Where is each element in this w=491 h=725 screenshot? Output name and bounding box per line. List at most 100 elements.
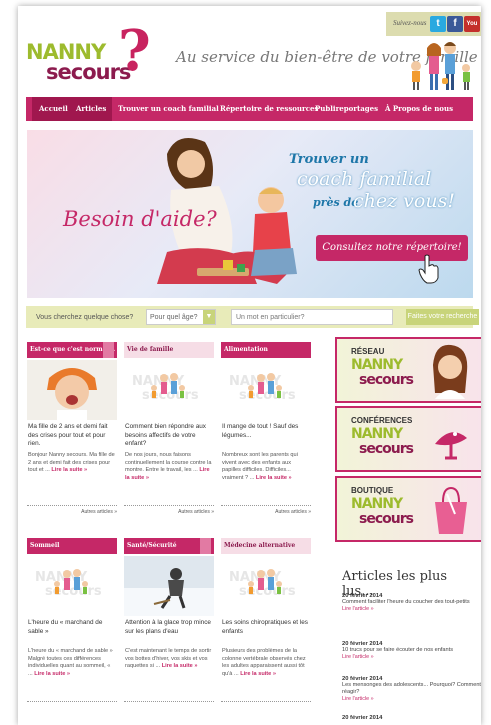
- card-image[interactable]: [124, 556, 214, 616]
- read-more-link[interactable]: Lire la suite »: [34, 671, 70, 677]
- logo-question-mark: ?: [118, 18, 151, 84]
- woman-portrait-icon: [433, 344, 468, 399]
- article-card[interactable]: Vie de famille NANNY secours Comment bien r…: [124, 342, 214, 518]
- follow-bar: Suivez-nous t f You: [386, 12, 481, 36]
- read-more-link[interactable]: Lire la suite »: [240, 671, 276, 677]
- card-excerpt: L'heure du « marchand de sable » Malgré …: [28, 648, 116, 678]
- latest-item[interactable]: 20 février 2014 Comment faciliter l'heure…: [342, 593, 481, 612]
- nav-item-articles[interactable]: Articles: [76, 104, 106, 113]
- card-excerpt: C'est maintenant le temps de sortir vos …: [125, 648, 213, 671]
- gift-bag-icon: [435, 486, 467, 534]
- card-title[interactable]: Ma fille de 2 ans et demi fait des crise…: [28, 423, 116, 449]
- page: NANNY secours ? Au service du bien-être …: [18, 6, 481, 725]
- more-articles-link[interactable]: Autres articles »: [275, 509, 311, 515]
- age-select[interactable]: Pour quel âge? ▼: [146, 309, 216, 325]
- read-more-link[interactable]: Lire la suite »: [256, 475, 292, 481]
- card-title[interactable]: L'heure du « marchand de sable »: [28, 619, 116, 636]
- card-excerpt: Bonjour Nanny secours. Ma fille de 2 ans…: [28, 452, 116, 475]
- divider: [124, 505, 214, 506]
- nav-item-a-propos[interactable]: À Propos de nous: [385, 104, 453, 113]
- family-illustration-icon: [411, 42, 470, 90]
- latest-item[interactable]: 20 février 2014 Les mensonges des adolesc…: [342, 676, 481, 702]
- latest-item[interactable]: 20 février 2014 10 trucs pour se faire éc…: [342, 641, 481, 660]
- twitter-icon[interactable]: t: [430, 16, 446, 32]
- promo-banner[interactable]: CONFÉRENCES NANNY secours: [335, 406, 481, 472]
- promo-nanny: NANNY: [351, 496, 403, 512]
- divider: [27, 701, 117, 702]
- read-more-link[interactable]: Lire la suite »: [162, 663, 198, 669]
- keyword-input[interactable]: Un mot en particulier?: [231, 309, 393, 325]
- article-card[interactable]: Santé/Sécurité Attention à la glace trop …: [124, 538, 214, 714]
- latest-date: 20 février 2014: [342, 715, 383, 721]
- article-card[interactable]: Est-ce que c'est normal... Ma fille de 2 …: [27, 342, 117, 518]
- promo-banner[interactable]: BOUTIQUE NANNY secours: [335, 476, 481, 542]
- card-image[interactable]: NANNY secours: [124, 360, 214, 420]
- hero-banner[interactable]: Besoin d'aide? Trouver un coach familial…: [27, 130, 473, 298]
- latest-articles: Articles les plus lus... 20 février 2014…: [342, 569, 481, 721]
- facebook-icon[interactable]: f: [447, 16, 463, 32]
- satellite-dish-icon: [435, 432, 467, 460]
- article-card[interactable]: Sommeil NANNY secours L'heure du « marchand…: [27, 538, 117, 714]
- read-more-link[interactable]: Lire la suite »: [51, 467, 87, 473]
- card-category: Sommeil: [30, 542, 60, 549]
- card-category-bar[interactable]: Médecine alternative: [221, 538, 311, 554]
- hand-cursor-icon: [418, 254, 439, 284]
- nav-item-publireportages[interactable]: Publireportages: [315, 104, 378, 113]
- latest-read-link[interactable]: Lire l'article »: [342, 696, 481, 702]
- card-category-bar[interactable]: Alimentation: [221, 342, 311, 358]
- promo-banner[interactable]: RÉSEAU NANNY secours: [335, 337, 481, 403]
- card-category-bar[interactable]: Vie de famille: [124, 342, 214, 358]
- card-excerpt: Plusieurs des problèmes de la colonne ve…: [222, 648, 310, 678]
- star-flag-icon: [200, 538, 211, 554]
- star-flag-icon: [103, 342, 114, 358]
- promo-label: CONFÉRENCES: [351, 416, 413, 425]
- main-nav: Accueil Articles Trouver un coach famili…: [26, 97, 473, 121]
- card-category: Alimentation: [224, 346, 268, 353]
- search-bar: Vous cherchez quelque chose? Pour quel â…: [26, 306, 479, 328]
- more-articles-link[interactable]: Autres articles »: [81, 509, 117, 515]
- latest-title[interactable]: Comment faciliter l'heure du coucher des…: [342, 599, 481, 606]
- divider: [124, 701, 214, 702]
- site-logo[interactable]: NANNY secours ?: [24, 18, 164, 90]
- nav-item-repertoire[interactable]: Répertoire de ressources: [220, 104, 318, 113]
- latest-item[interactable]: 20 février 2014: [342, 715, 481, 721]
- banner-line3: près de: [313, 196, 359, 209]
- banner-line1: Trouver un: [289, 152, 369, 167]
- card-category-bar[interactable]: Est-ce que c'est normal...: [27, 342, 117, 358]
- chevron-down-icon[interactable]: ▼: [203, 310, 215, 324]
- card-image[interactable]: NANNY secours: [221, 556, 311, 616]
- crying-child-photo: [27, 360, 117, 420]
- latest-read-link[interactable]: Lire l'article »: [342, 606, 481, 612]
- card-title[interactable]: Attention à la glace trop mince sur les …: [125, 619, 213, 636]
- banner-line2: coach familial: [297, 168, 432, 190]
- family-placeholder-icon: [54, 569, 88, 594]
- latest-read-link[interactable]: Lire l'article »: [342, 654, 481, 660]
- card-title[interactable]: Comment bien répondre aux besoins affect…: [125, 423, 213, 449]
- article-card[interactable]: Médecine alternative NANNY secours Les soin…: [221, 538, 311, 714]
- promo-secours: secours: [359, 372, 414, 388]
- youtube-icon[interactable]: You: [464, 16, 480, 32]
- card-category-bar[interactable]: Sommeil: [27, 538, 117, 554]
- promo-secours: secours: [359, 511, 414, 527]
- card-image[interactable]: NANNY secours: [27, 556, 117, 616]
- card-title[interactable]: Les soins chiropratiques et les enfants: [222, 619, 310, 636]
- nav-item-coach[interactable]: Trouver un coach familial: [118, 104, 219, 113]
- promo-label: RÉSEAU: [351, 347, 385, 356]
- family-placeholder-icon: [248, 373, 282, 398]
- article-card[interactable]: Alimentation NANNY secours Il mange de tout…: [221, 342, 311, 518]
- divider: [27, 505, 117, 506]
- card-image[interactable]: NANNY secours: [221, 360, 311, 420]
- card-image[interactable]: [27, 360, 117, 420]
- card-title[interactable]: Il mange de tout ! Sauf des légumes...: [222, 423, 310, 440]
- promo-label: BOUTIQUE: [351, 486, 394, 495]
- search-button[interactable]: Faites votre recherche: [406, 309, 479, 325]
- more-articles-link[interactable]: Autres articles »: [178, 509, 214, 515]
- card-excerpt: De nos jours, nous faisons continuelleme…: [125, 452, 213, 482]
- promo-nanny: NANNY: [351, 357, 403, 373]
- banner-cta-button[interactable]: Consultez notre répertoire!: [316, 235, 468, 261]
- card-category-bar[interactable]: Santé/Sécurité: [124, 538, 214, 554]
- latest-title[interactable]: Les mensonges des adolescents... Pourquo…: [342, 682, 481, 696]
- snow-child-photo: [124, 556, 214, 616]
- nav-item-accueil[interactable]: Accueil: [39, 104, 68, 113]
- latest-title[interactable]: 10 trucs pour se faire écouter de nos en…: [342, 647, 481, 654]
